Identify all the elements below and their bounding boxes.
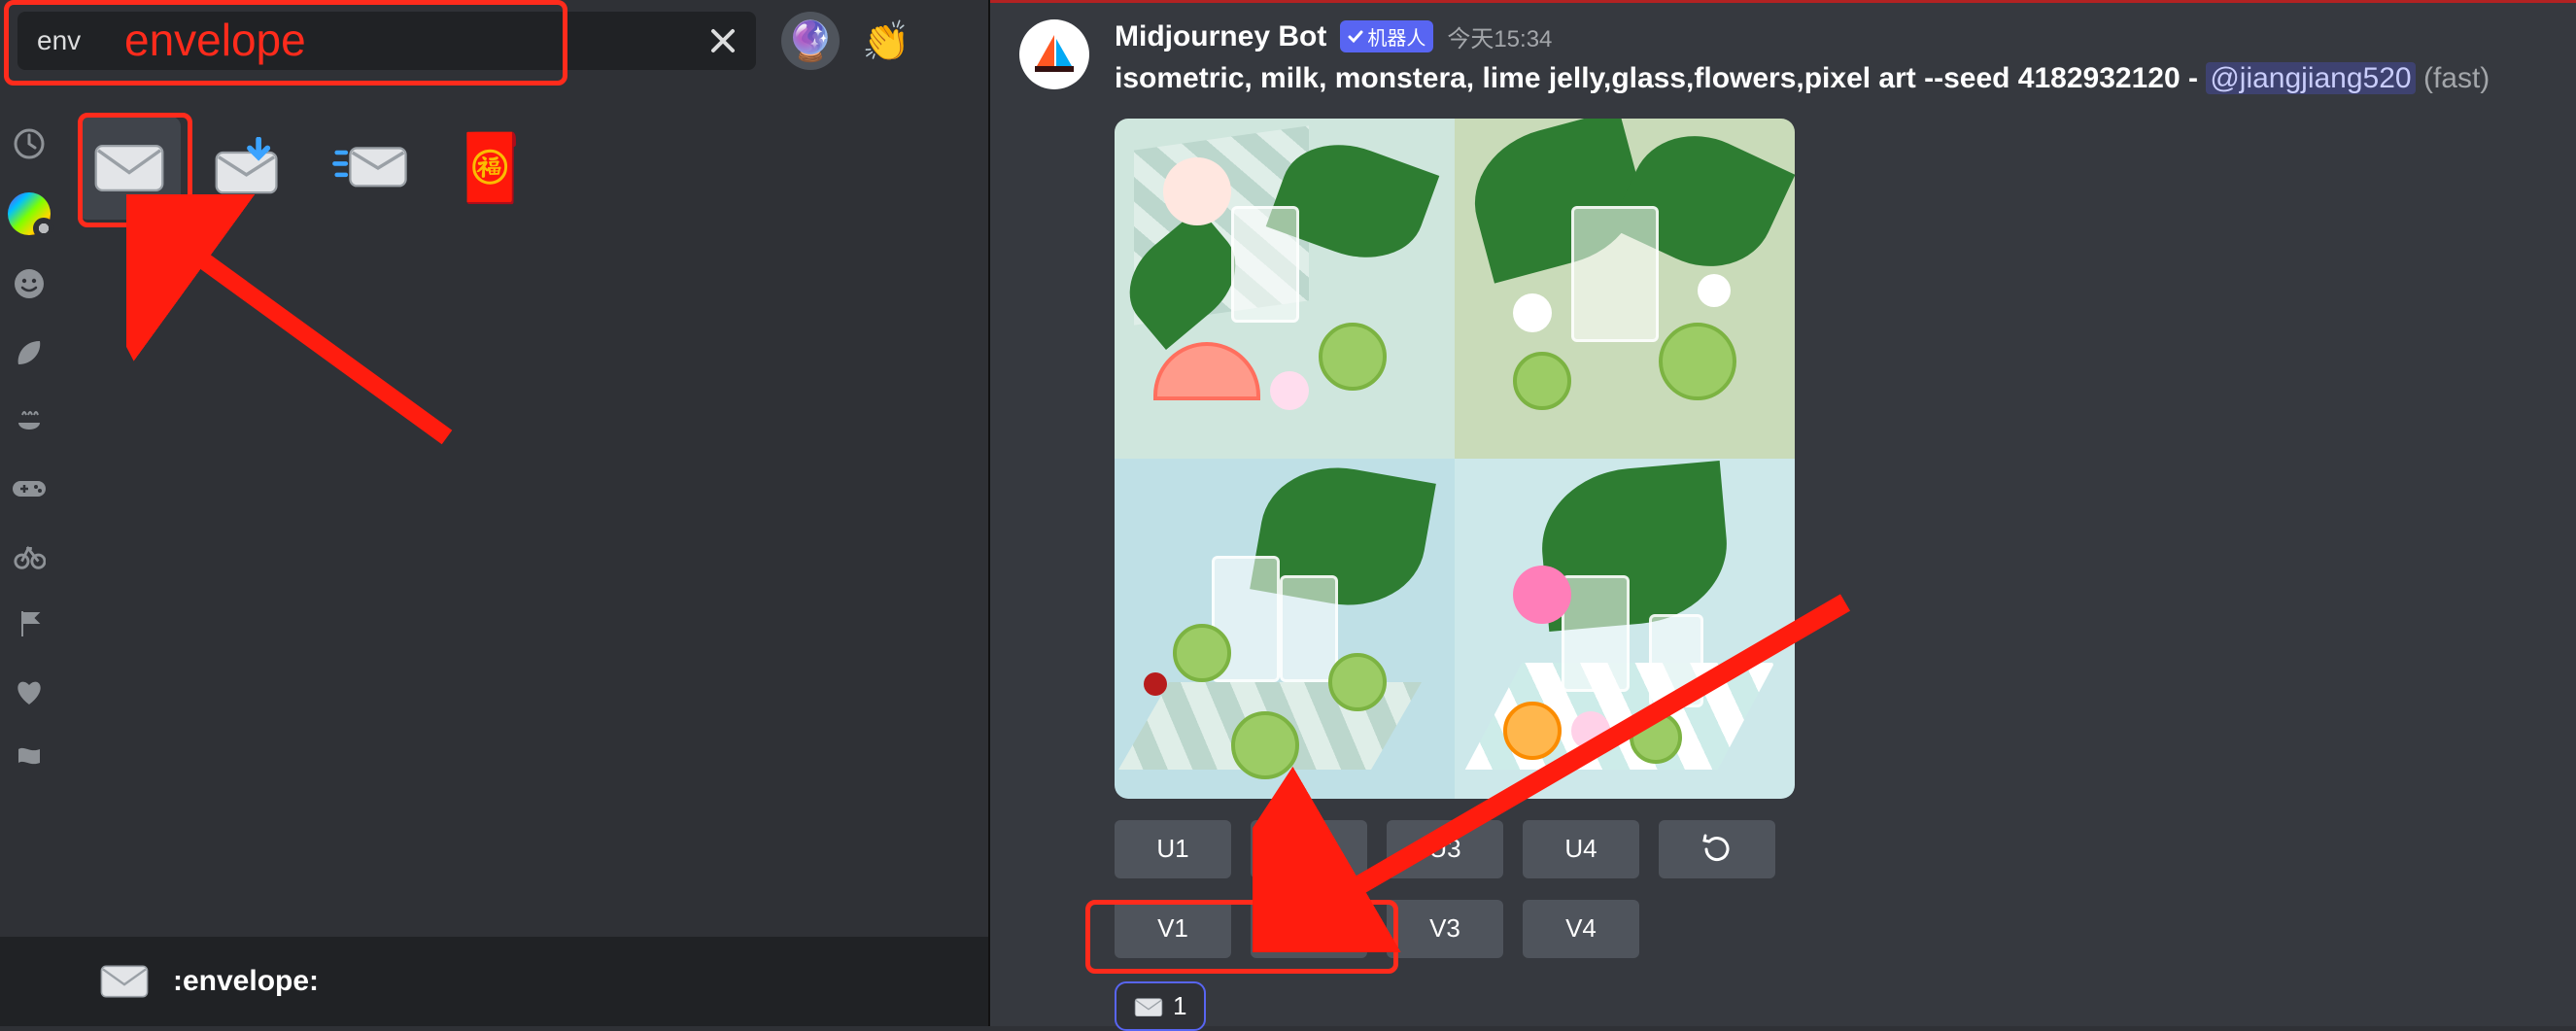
v3-button[interactable]: V3 [1387,900,1503,958]
chat-panel: Midjourney Bot 机器人 今天15:34 isometric, mi… [990,0,2576,1026]
emoji-preview-code: :envelope: [173,965,319,998]
message-content: isometric, milk, monstera, lime jelly,gl… [1115,59,2547,99]
v4-button[interactable]: V4 [1523,900,1639,958]
prompt-text: isometric, milk, monstera, lime jelly,gl… [1115,62,2181,94]
emoji-category-rail [0,117,58,779]
flying-envelope-icon [331,137,409,199]
category-objects[interactable] [10,604,49,643]
v1-button[interactable]: V1 [1115,900,1231,958]
bot-tag: 机器人 [1340,20,1433,52]
emoji-preview-bar: :envelope: [0,937,988,1026]
generated-image-grid[interactable] [1115,119,1795,799]
u2-button[interactable]: U2 [1251,820,1367,878]
envelope-icon [1134,995,1163,1016]
message-body: Midjourney Bot 机器人 今天15:34 isometric, mi… [1115,19,2547,1031]
category-flags[interactable] [10,740,49,779]
skin-tone-picker: 🔮 👏 [781,12,915,70]
emoji-search-wrap [17,12,756,70]
envelope-icon [90,137,168,199]
midjourney-logo-icon [1031,31,1078,78]
envelope-icon [97,960,152,1003]
tone-option-magic[interactable]: 🔮 [781,12,840,70]
emoji-picker-panel: 🔮 👏 envelope 🧧 [0,0,990,1026]
emoji-result-red-envelope[interactable]: 🧧 [439,117,542,220]
generated-image-3[interactable] [1115,459,1455,799]
u1-button[interactable]: U1 [1115,820,1231,878]
reaction-count: 1 [1173,991,1186,1021]
author-row: Midjourney Bot 机器人 今天15:34 [1115,19,2547,53]
tone-option-clap[interactable]: 👏 [857,12,915,70]
category-nature[interactable] [10,332,49,371]
clear-search-button[interactable] [704,21,742,60]
author-name[interactable]: Midjourney Bot [1115,20,1326,53]
category-midjourney[interactable] [8,192,51,235]
reaction-row: 1 [1115,981,2547,1031]
incoming-envelope-icon [211,137,289,199]
upscale-button-row: U1 U2 U3 U4 [1115,820,2547,878]
category-symbols[interactable] [10,672,49,711]
emoji-result-envelope[interactable] [78,117,181,220]
v2-button[interactable]: V2 [1251,900,1367,958]
emoji-result-incoming-envelope[interactable] [198,117,301,220]
close-icon [709,27,737,54]
u4-button[interactable]: U4 [1523,820,1639,878]
speed-value: (fast) [2423,62,2490,94]
u3-button[interactable]: U3 [1387,820,1503,878]
generated-image-2[interactable] [1455,119,1795,459]
variation-button-row: V1 V2 V3 V4 [1115,900,2547,958]
envelope-reaction[interactable]: 1 [1115,981,1206,1031]
message: Midjourney Bot 机器人 今天15:34 isometric, mi… [1019,19,2547,1031]
redo-button[interactable] [1659,820,1775,878]
verified-check-icon [1348,29,1363,45]
redo-icon [1700,833,1734,866]
category-recent[interactable] [10,124,49,163]
emoji-search-row: 🔮 👏 [0,0,988,80]
bot-tag-label: 机器人 [1367,22,1425,51]
message-timestamp: 今天15:34 [1447,19,1552,53]
mention[interactable]: @jiangjiang520 [2206,62,2415,94]
emoji-result-envelope-arrow[interactable] [319,117,422,220]
generated-image-1[interactable] [1115,119,1455,459]
category-people[interactable] [10,264,49,303]
annotation-arrow-left [126,194,476,466]
category-activities[interactable] [10,468,49,507]
generated-image-4[interactable] [1455,459,1795,799]
prompt-dash: - [2188,62,2206,94]
category-travel[interactable] [10,536,49,575]
emoji-search-input[interactable] [17,12,756,70]
author-avatar[interactable] [1019,19,1089,89]
category-food[interactable] [10,400,49,439]
emoji-results-grid: 🧧 [78,117,542,220]
